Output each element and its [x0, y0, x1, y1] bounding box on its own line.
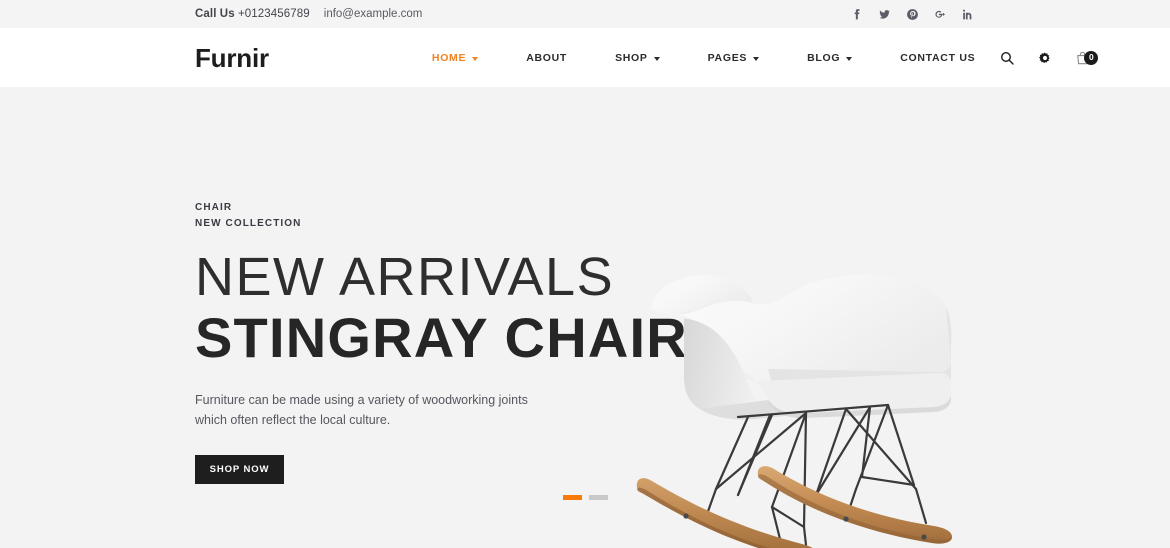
gear-icon[interactable]: [1037, 50, 1053, 66]
hero-eyebrow-line-1: CHAIR: [195, 202, 233, 213]
logo[interactable]: Furnir: [195, 45, 269, 71]
hero-title-bold: STINGRAY CHAIR: [195, 306, 688, 370]
chevron-down-icon: [846, 56, 853, 61]
slider-pagination: [0, 495, 1170, 500]
shop-now-button[interactable]: SHOP NOW: [195, 455, 284, 485]
google-plus-icon[interactable]: [934, 8, 947, 21]
social-links: [850, 8, 975, 21]
cart-button[interactable]: 0: [1075, 50, 1099, 66]
page-root: Call Us +0123456789 info@example.com Fur…: [0, 0, 1170, 548]
linkedin-icon[interactable]: [962, 8, 975, 21]
hero-eyebrow-line-2: NEW COLLECTION: [195, 217, 302, 229]
nav-item-shop[interactable]: SHOP: [591, 52, 684, 64]
top-bar-contact: Call Us +0123456789 info@example.com: [195, 8, 422, 20]
nav-item-pages[interactable]: PAGES: [684, 52, 783, 64]
hero-description: Furniture can be made using a variety of…: [195, 392, 528, 427]
hero-copy: CHAIR NEW COLLECTION NEW ARRIVALS STINGR…: [195, 200, 688, 485]
pinterest-icon[interactable]: [906, 8, 919, 21]
search-icon[interactable]: [999, 50, 1015, 66]
chevron-down-icon: [753, 56, 760, 61]
phone-number: +0123456789: [237, 8, 310, 20]
cart-count-badge: 0: [1084, 50, 1099, 65]
nav-label-pages: PAGES: [707, 51, 748, 64]
slider-dot-2[interactable]: [588, 495, 608, 500]
site-header: Furnir HOME ABOUT SHOP PAGES BLOG CONTAC…: [0, 28, 1170, 87]
main-navigation: HOME ABOUT SHOP PAGES BLOG CONTACT US: [408, 52, 999, 64]
top-bar: Call Us +0123456789 info@example.com: [0, 0, 1170, 28]
header-actions: 0: [999, 50, 1099, 66]
phone-text: Call Us +0123456789: [195, 8, 310, 20]
nav-label-shop: SHOP: [615, 51, 648, 64]
nav-label-blog: BLOG: [807, 51, 841, 64]
nav-label-home: HOME: [431, 51, 467, 64]
slider-dot-1[interactable]: [562, 495, 582, 500]
nav-label-contact-us: CONTACT US: [900, 51, 976, 64]
chevron-down-icon: [653, 56, 660, 61]
call-us-label: Call Us: [195, 8, 235, 20]
nav-item-about[interactable]: ABOUT: [502, 52, 591, 64]
email-link[interactable]: info@example.com: [324, 8, 423, 20]
nav-label-about: ABOUT: [526, 51, 568, 64]
nav-item-contact-us[interactable]: CONTACT US: [876, 52, 999, 64]
hero-title-light: NEW ARRIVALS: [195, 247, 615, 307]
chevron-down-icon: [472, 56, 479, 61]
twitter-icon[interactable]: [878, 8, 891, 21]
hero-slider: CHAIR NEW COLLECTION NEW ARRIVALS STINGR…: [0, 87, 1170, 548]
hero-eyebrow: CHAIR NEW COLLECTION: [195, 200, 665, 231]
nav-item-blog[interactable]: BLOG: [783, 52, 876, 64]
facebook-icon[interactable]: [850, 8, 863, 21]
nav-item-home[interactable]: HOME: [408, 52, 502, 64]
